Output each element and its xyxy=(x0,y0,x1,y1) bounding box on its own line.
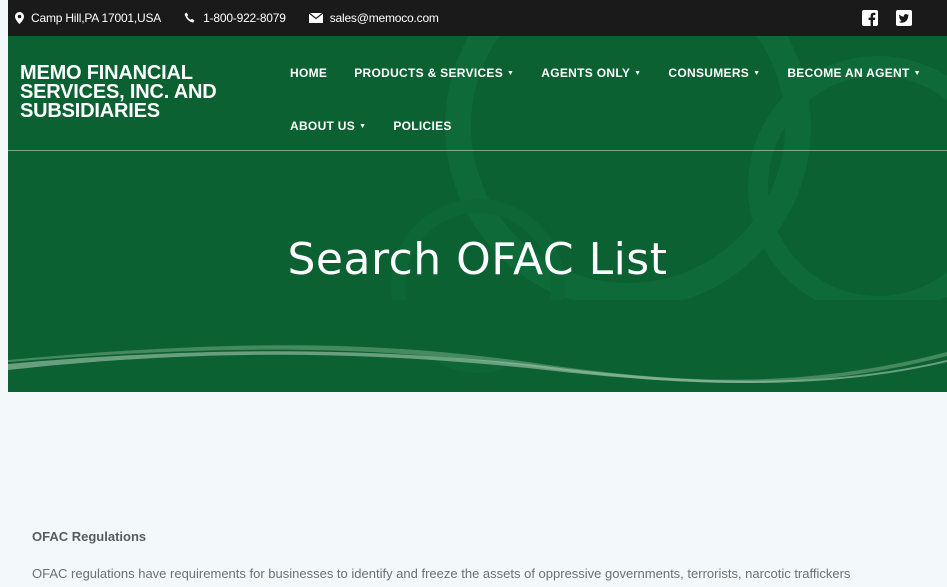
caret-down-icon: ▼ xyxy=(634,69,642,77)
section-heading: OFAC Regulations xyxy=(32,529,147,544)
mail-icon xyxy=(308,13,323,23)
phone-info[interactable]: 1-800-922-8079 xyxy=(184,0,286,36)
hero-wave-divider xyxy=(8,300,947,384)
section-paragraph: OFAC regulations have requirements for b… xyxy=(32,566,851,581)
nav-policies[interactable]: POLICIES xyxy=(393,119,451,133)
nav-consumers-label: CONSUMERS xyxy=(668,66,750,80)
nav-agents-only-label: AGENTS ONLY xyxy=(541,66,631,80)
facebook-icon[interactable] xyxy=(862,10,878,26)
email-text[interactable]: sales@memoco.com xyxy=(330,11,439,25)
caret-down-icon: ▼ xyxy=(507,69,515,77)
page-title: Search OFAC List xyxy=(287,234,668,285)
nav-home[interactable]: HOME xyxy=(290,66,327,80)
nav-policies-label: POLICIES xyxy=(393,119,452,133)
main-content: OFAC Regulations OFAC regulations have r… xyxy=(32,529,932,584)
social-links xyxy=(862,0,947,36)
nav-become-an-agent-label: BECOME AN AGENT xyxy=(787,66,910,80)
email-info[interactable]: sales@memoco.com xyxy=(308,0,439,36)
nav-about-us-label: ABOUT US xyxy=(290,119,356,133)
main-navigation: HOME PRODUCTS & SERVICES ▼ AGENTS ONLY ▼ C… xyxy=(290,60,940,139)
phone-text[interactable]: 1-800-922-8079 xyxy=(203,11,286,25)
location-text: Camp Hill,PA 17001,USA xyxy=(31,11,162,25)
nav-become-an-agent[interactable]: BECOME AN AGENT ▼ xyxy=(787,66,921,80)
nav-agents-only[interactable]: AGENTS ONLY ▼ xyxy=(541,66,641,80)
phone-icon xyxy=(184,12,196,24)
top-contact-bar: Camp Hill,PA 17001,USA 1-800-922-8079 sa… xyxy=(8,0,947,36)
caret-down-icon: ▼ xyxy=(913,69,921,77)
nav-about-us[interactable]: ABOUT US ▼ xyxy=(290,119,366,133)
nav-products-services-label: PRODUCTS & SERVICES xyxy=(354,66,504,80)
caret-down-icon: ▼ xyxy=(359,122,367,130)
brand-logo-text[interactable]: MEMO FINANCIAL SERVICES, INC. AND SUBSID… xyxy=(20,63,250,121)
nav-row-2: ABOUT US ▼ POLICIES xyxy=(290,113,940,139)
twitter-icon[interactable] xyxy=(896,10,912,26)
nav-products-services[interactable]: PRODUCTS & SERVICES ▼ xyxy=(354,66,514,80)
location-info: Camp Hill,PA 17001,USA xyxy=(15,0,161,36)
nav-row-1: HOME PRODUCTS & SERVICES ▼ AGENTS ONLY ▼ C… xyxy=(290,60,940,86)
nav-home-label: HOME xyxy=(290,66,328,80)
header-divider xyxy=(8,150,947,151)
map-pin-icon xyxy=(15,12,24,24)
nav-consumers[interactable]: CONSUMERS ▼ xyxy=(668,66,760,80)
caret-down-icon: ▼ xyxy=(753,69,761,77)
